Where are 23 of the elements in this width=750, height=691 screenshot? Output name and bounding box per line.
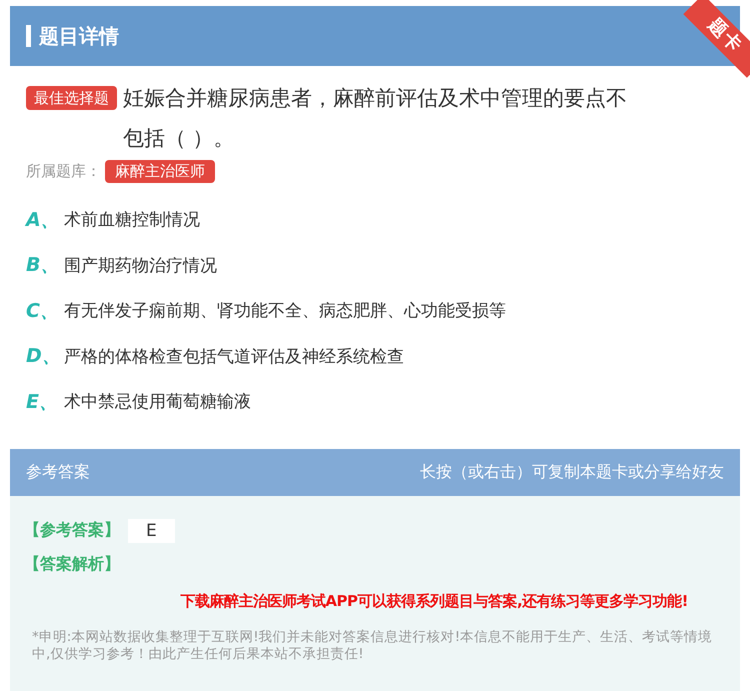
option-text: 围产期药物治疗情况 — [64, 254, 217, 277]
bank-label: 所属题库： — [26, 162, 101, 181]
analysis-label: 【答案解析】 — [24, 554, 120, 575]
option-letter: E、 — [26, 390, 59, 415]
accent-bar-icon — [26, 25, 31, 47]
option-text: 有无伴发子痫前期、肾功能不全、病态肥胖、心功能受损等 — [64, 300, 506, 322]
promo-link[interactable]: 下载麻醉主治医师考试APP可以获得系列题目与答案,还有练习等更多学习功能! — [32, 592, 718, 610]
answer-label: 【参考答案】 — [24, 520, 120, 541]
option-text: 术中禁忌使用葡萄糖输液 — [64, 391, 251, 414]
option-text: 术前血糖控制情况 — [64, 209, 200, 232]
option-letter: B、 — [26, 253, 60, 278]
section-title: 题目详情 — [39, 22, 119, 50]
answer-section-title: 参考答案 — [26, 462, 90, 482]
option-letter: C、 — [26, 298, 60, 324]
disclaimer-text: *申明:本网站数据收集整理于互联网!我们并未能对答案信息进行核对!本信息不能用于生产、生活、考试等情境中,仅供学习参考！由此产生任何后果本站不承担责任! — [32, 628, 714, 662]
question-type-badge: 最佳选择题 — [26, 86, 117, 110]
option-letter: D、 — [26, 344, 62, 370]
answer-value: E — [128, 518, 175, 542]
option-text: 严格的体格检查包括气道评估及神经系统检查 — [64, 346, 404, 368]
option-letter: A、 — [26, 208, 61, 233]
question-text: 妊娠合并糖尿病患者，麻醉前评估及术中管理的要点不包括（ ）。 — [123, 85, 628, 152]
share-hint: 长按（或右击）可复制本题卡或分享给好友 — [420, 462, 724, 482]
bank-tag[interactable]: 麻醉主治医师 — [105, 160, 215, 183]
